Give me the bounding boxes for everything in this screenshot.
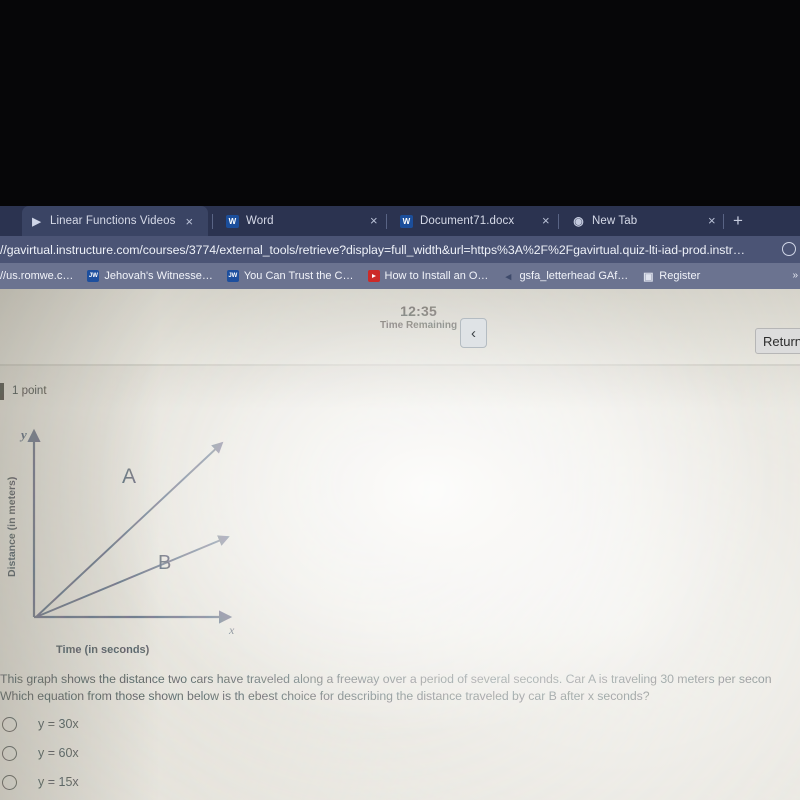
register-icon: ▣ [643,270,654,283]
answer-choice-3[interactable]: y = 15x [0,770,400,794]
tab-close-icon[interactable]: × [367,214,378,227]
bookmark-jehovahs-witnesses[interactable]: JW Jehovah's Witnesse… [87,270,213,282]
question-marker-bar [0,382,4,400]
tab-separator [558,214,559,229]
x-axis-title: Time (in seconds) [56,644,150,656]
timer-label: Time Remaining [380,320,458,331]
question-prompt: This graph shows the distance two cars h… [0,671,800,705]
radio-button-icon[interactable] [2,716,17,732]
tab-title: Document71.docx [420,215,515,227]
quiz-header-bar: 12:35 Time Remaining [0,289,800,366]
bookmark-you-can-trust[interactable]: JW You Can Trust the C… [226,270,354,282]
answer-choice-label: y = 60x [38,746,79,760]
tab-close-icon[interactable]: × [539,214,550,227]
x-axis-symbol: x [228,623,235,637]
bookmark-label: gsfa_letterhead GAf… [519,270,629,282]
answer-choice-list: y = 30x y = 60x y = 15x [0,712,400,800]
radio-button-icon[interactable] [2,745,17,761]
tab-separator [386,214,387,229]
youtube-icon [367,270,380,282]
prompt-line-1: This graph shows the distance two cars h… [0,672,772,686]
bookmark-register[interactable]: ▣ Register [642,270,701,283]
answer-choice-1[interactable]: y = 30x [0,712,400,736]
quiz-page: 12:35 Time Remaining 1 point y x A B Dis… [0,289,800,800]
browser-tab-word[interactable]: W Word [218,206,388,236]
browser-address-bar[interactable]: //gavirtual.instructure.com/courses/3774… [0,236,800,263]
paper-icon: ◂ [505,270,512,283]
collapse-timer-button[interactable]: ‹ [460,318,487,348]
distance-time-graph: y x A B Distance (in meters) Time (in se… [0,421,262,671]
tab-title: New Tab [592,215,638,227]
answer-choice-label: y = 15x [38,775,79,789]
answer-choice-2[interactable]: y = 60x [0,741,400,765]
bookmark-label: Register [659,270,701,282]
word-icon: W [400,214,413,228]
timer-value: 12:35 [400,303,437,319]
radio-button-icon[interactable] [2,774,17,790]
bookmark-label: //us.romwe.c… [0,270,74,282]
question-points-label: 1 point [12,385,47,397]
new-tab-button[interactable]: + [733,212,743,230]
quiz-timer: 12:35 Time Remaining [380,303,457,332]
bookmark-label: How to Install an O… [384,270,489,282]
series-line-b [35,535,230,618]
jw-icon: JW [226,270,239,282]
profile-avatar-icon[interactable] [782,242,796,256]
graph-svg: y x A B Distance (in meters) Time (in se… [6,427,235,656]
browser-tab-linear-functions-videos[interactable]: ▶ Linear Functions Videos × [22,206,208,236]
tab-title: Word [246,215,274,227]
answer-choice-label: y = 30x [38,717,79,731]
browser-tab-new-tab[interactable]: ◉ New Tab [564,206,704,236]
tab-separator [723,214,724,229]
series-label-a: A [122,465,136,488]
chevron-left-icon: ‹ [471,324,476,342]
bookmark-gsfa-letterhead[interactable]: ◂ gsfa_letterhead GAf… [502,270,629,283]
address-bar-url[interactable]: //gavirtual.instructure.com/courses/3774… [0,243,745,257]
chrome-icon: ◉ [573,214,584,228]
header-divider [0,364,800,366]
word-icon: W [226,214,239,228]
return-button[interactable]: Return [755,328,800,354]
y-axis-symbol: y [19,427,27,442]
tab-close-icon[interactable]: × [705,214,716,227]
bookmark-label: You Can Trust the C… [243,270,354,282]
bookmarks-overflow-icon[interactable]: » [792,270,798,281]
screenshot-root: × ▶ Linear Functions Videos × W Word × W… [0,0,800,800]
video-icon: ▶ [32,215,41,228]
tab-title: Linear Functions Videos [50,215,176,227]
browser-tab-strip: × ▶ Linear Functions Videos × W Word × W… [0,206,800,431]
bookmark-romwe[interactable]: //us.romwe.c… [0,270,73,282]
series-label-b: B [158,552,171,574]
question-points-row: 1 point [0,382,800,400]
bookmark-label: Jehovah's Witnesse… [104,270,213,282]
prompt-line-2: Which equation from those shown below is… [0,689,650,703]
y-axis-title: Distance (in meters) [6,477,18,577]
jw-icon: JW [87,270,100,282]
return-button-label: Return [763,333,800,349]
tab-separator [212,214,213,229]
bookmark-how-to-install[interactable]: How to Install an O… [367,270,489,282]
photo-black-border-top [0,0,800,206]
bookmarks-bar: //us.romwe.c… JW Jehovah's Witnesse… JW … [0,263,800,289]
tab-close-icon[interactable]: × [182,215,193,228]
browser-tab-document71[interactable]: W Document71.docx [392,206,542,236]
